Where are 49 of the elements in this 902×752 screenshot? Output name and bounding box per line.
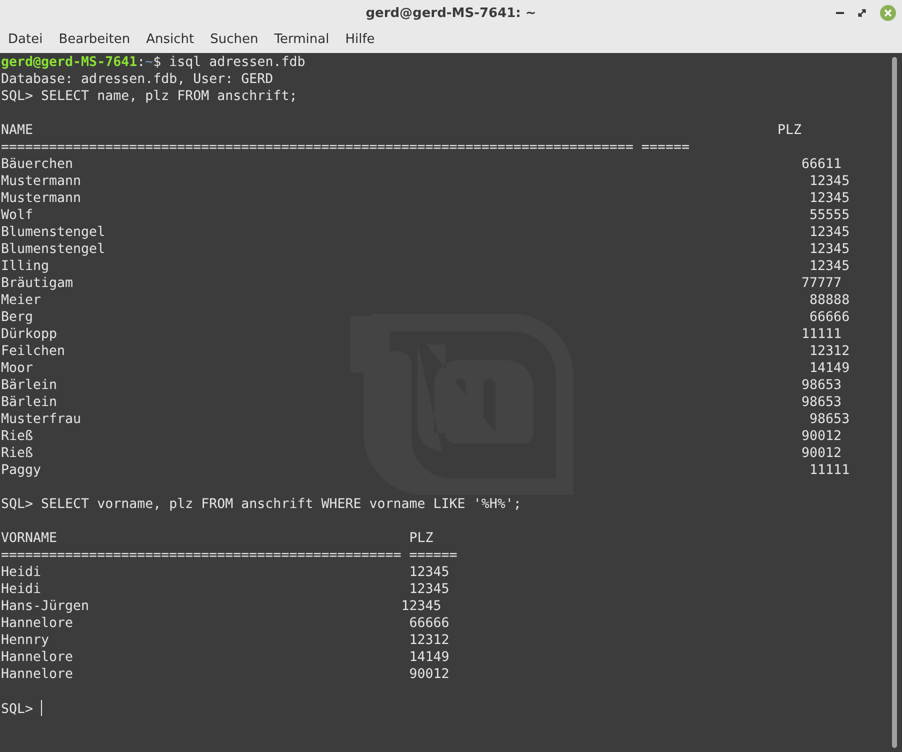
output-line: SQL> SELECT vorname, plz FROM anschrift WHERE vorname LIKE '%H%';: [1, 497, 522, 512]
output-line: =============================================================================== ======: [1, 140, 690, 155]
close-icon[interactable]: [880, 5, 896, 21]
output-line: Illing 12345: [1, 259, 850, 274]
window-title: gerd@gerd-MS-7641: ~: [366, 6, 536, 20]
output-line: Database: adressen.fdb, User: GERD: [1, 72, 274, 87]
output-line: Meier 88888: [1, 293, 850, 308]
output-line: Blumenstengel 12345: [1, 225, 850, 240]
output-line: Dürkopp 11111: [1, 327, 842, 342]
output-line: Heidi 12345: [1, 582, 450, 597]
output-line: Bäuerchen 66611: [1, 157, 842, 172]
prompt-colon: :: [137, 55, 146, 70]
menu-item[interactable]: Terminal: [266, 29, 338, 50]
output-line: Paggy 11111: [1, 463, 850, 478]
text-cursor: [41, 700, 42, 716]
scrollbar-thumb[interactable]: [892, 57, 897, 748]
output-line: Wolf 55555: [1, 208, 850, 223]
output-line: Bärlein 98653: [1, 395, 842, 410]
menu-item[interactable]: Suchen: [202, 29, 266, 50]
output-line: NAME PLZ: [1, 123, 802, 138]
output-line: Berg 66666: [1, 310, 850, 325]
menu-item[interactable]: Bearbeiten: [50, 29, 138, 50]
command-text: $ isql adressen.fdb: [153, 55, 306, 70]
output-line: Bärlein 98653: [1, 378, 842, 393]
sql-prompt: SQL>: [1, 702, 34, 717]
output-line: ================================================== ======: [1, 548, 458, 563]
output-line: SQL> SELECT name, plz FROM anschrift;: [1, 89, 298, 104]
restore-icon[interactable]: [858, 9, 866, 17]
output-line: Hannelore 90012: [1, 667, 450, 682]
output-line: Hans-Jürgen 12345: [1, 599, 442, 614]
output-line: Hannelore 66666: [1, 616, 450, 631]
menu-item[interactable]: Ansicht: [138, 29, 202, 50]
prompt-user-host: gerd@gerd-MS-7641: [1, 55, 138, 70]
output-line: Moor 14149: [1, 361, 850, 376]
output-line: Rieß 90012: [1, 429, 842, 444]
output-line: Blumenstengel 12345: [1, 242, 850, 257]
output-line: Hannelore 14149: [1, 650, 450, 665]
output-line: Hennry 12312: [1, 633, 450, 648]
menu-item[interactable]: Hilfe: [337, 29, 383, 50]
output-line: Feilchen 12312: [1, 344, 850, 359]
output-line: Mustermann 12345: [1, 174, 850, 189]
output-line: Musterfrau 98653: [1, 412, 850, 427]
menu-item[interactable]: Datei: [0, 29, 51, 50]
output-line: VORNAME PLZ: [1, 531, 434, 546]
output-line: Mustermann 12345: [1, 191, 850, 206]
output-line: Rieß 90012: [1, 446, 842, 461]
prompt-path: ~: [145, 55, 154, 70]
output-line: Heidi 12345: [1, 565, 450, 580]
output-line: Bräutigam 77777: [1, 276, 842, 291]
